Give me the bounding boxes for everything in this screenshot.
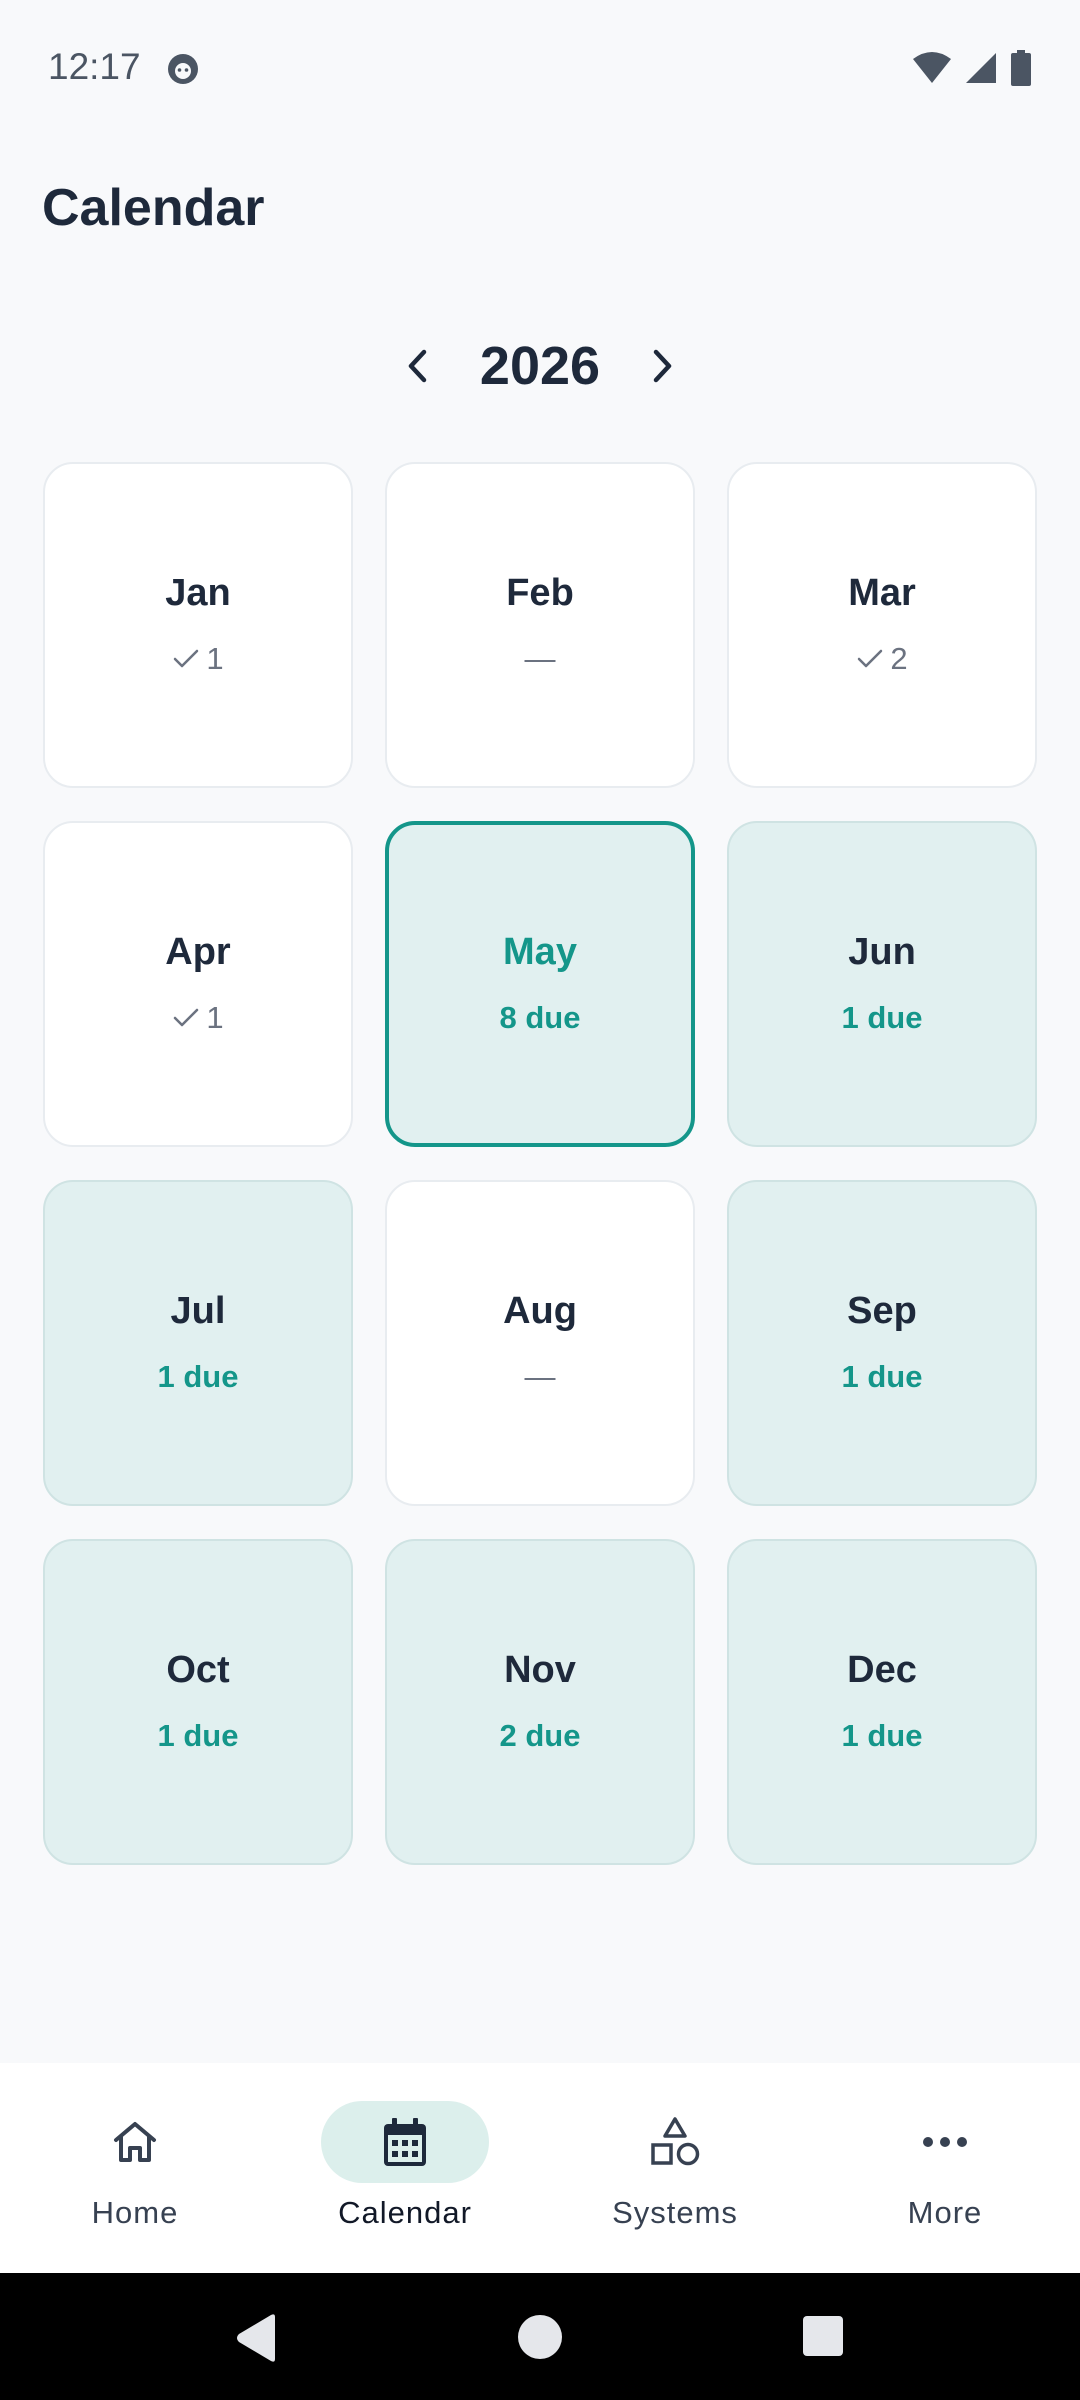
month-status: 2 <box>856 639 908 679</box>
checkmark-icon <box>858 649 883 667</box>
status-time: 12:17 <box>48 46 141 87</box>
chevron-left-icon <box>408 349 427 383</box>
chevron-right-icon <box>653 349 672 383</box>
month-name: Oct <box>166 1648 230 1691</box>
completed-count: 1 <box>206 640 224 676</box>
month-card-jun[interactable]: Jun 1 due <box>727 821 1037 1147</box>
completed-count: 2 <box>890 640 908 676</box>
shapes-icon <box>651 2117 700 2166</box>
calendar-icon <box>384 2118 426 2166</box>
year-label: 2026 <box>479 336 601 396</box>
nav-item-systems[interactable]: Systems <box>540 2063 810 2273</box>
month-name: Mar <box>848 571 916 614</box>
due-count: 8 due <box>499 999 581 1035</box>
month-card-jan[interactable]: Jan 1 <box>43 462 353 788</box>
page-title: Calendar <box>42 179 265 237</box>
month-name: Nov <box>504 1648 576 1691</box>
battery-icon <box>1011 50 1031 86</box>
month-status: 1 <box>172 998 224 1038</box>
back-icon[interactable] <box>233 2313 279 2363</box>
month-card-may[interactable]: May 8 due <box>385 821 695 1147</box>
month-card-jul[interactable]: Jul 1 due <box>43 1180 353 1506</box>
system-navigation-bar <box>0 2273 1080 2400</box>
month-card-nov[interactable]: Nov 2 due <box>385 1539 695 1865</box>
nav-pill <box>861 2101 1029 2183</box>
notification-face-icon <box>168 54 198 84</box>
due-count: 1 due <box>841 1358 923 1394</box>
month-name: Sep <box>847 1289 917 1332</box>
nav-pill-active <box>321 2101 489 2183</box>
home-circle-icon[interactable] <box>517 2313 563 2361</box>
wifi-icon <box>913 52 951 83</box>
month-card-mar[interactable]: Mar 2 <box>727 462 1037 788</box>
due-count: 1 due <box>157 1358 239 1394</box>
due-count: 1 due <box>157 1717 239 1753</box>
nav-item-home[interactable]: Home <box>0 2063 270 2273</box>
nav-item-more[interactable]: More <box>810 2063 1080 2273</box>
due-count: 1 due <box>841 999 923 1035</box>
month-name: Dec <box>847 1648 917 1691</box>
month-grid: Jan 1 Feb — Mar 2 Apr 1 May 8 due Jun 1 … <box>43 462 1037 1865</box>
nav-item-calendar[interactable]: Calendar <box>270 2063 540 2273</box>
month-name: May <box>503 930 577 973</box>
next-year-button[interactable] <box>630 334 694 398</box>
month-card-oct[interactable]: Oct 1 due <box>43 1539 353 1865</box>
due-count: 1 due <box>841 1717 923 1753</box>
cell-signal-icon <box>966 53 996 83</box>
month-name: Jan <box>165 571 231 614</box>
nav-pill <box>51 2101 219 2183</box>
month-name: Jul <box>170 1289 226 1332</box>
month-status: — <box>524 640 556 676</box>
more-horizontal-icon <box>923 2137 967 2147</box>
year-navigator: 2026 <box>0 326 1080 406</box>
month-status: — <box>524 1358 556 1394</box>
status-bar: 12:17 <box>0 0 1080 136</box>
checkmark-icon <box>174 649 199 667</box>
nav-pill <box>591 2101 759 2183</box>
month-name: Aug <box>503 1289 577 1332</box>
month-card-aug[interactable]: Aug — <box>385 1180 695 1506</box>
month-card-feb[interactable]: Feb — <box>385 462 695 788</box>
month-name: Apr <box>165 930 231 973</box>
month-card-dec[interactable]: Dec 1 due <box>727 1539 1037 1865</box>
month-name: Feb <box>506 571 574 614</box>
month-card-sep[interactable]: Sep 1 due <box>727 1180 1037 1506</box>
due-count: 2 due <box>499 1717 581 1753</box>
checkmark-icon <box>174 1008 199 1026</box>
completed-count: 1 <box>206 999 224 1035</box>
status-icons <box>912 50 1032 86</box>
nav-label: Systems <box>612 2195 738 2230</box>
month-status: 1 <box>172 639 224 679</box>
nav-label: Calendar <box>338 2195 472 2230</box>
month-card-apr[interactable]: Apr 1 <box>43 821 353 1147</box>
nav-label: More <box>907 2195 983 2230</box>
home-icon <box>114 2122 156 2162</box>
previous-year-button[interactable] <box>386 334 450 398</box>
bottom-navigation: Home Calendar Systems More <box>0 2063 1080 2273</box>
nav-label: Home <box>91 2195 179 2230</box>
month-name: Jun <box>848 930 916 973</box>
recents-square-icon[interactable] <box>801 2313 845 2359</box>
